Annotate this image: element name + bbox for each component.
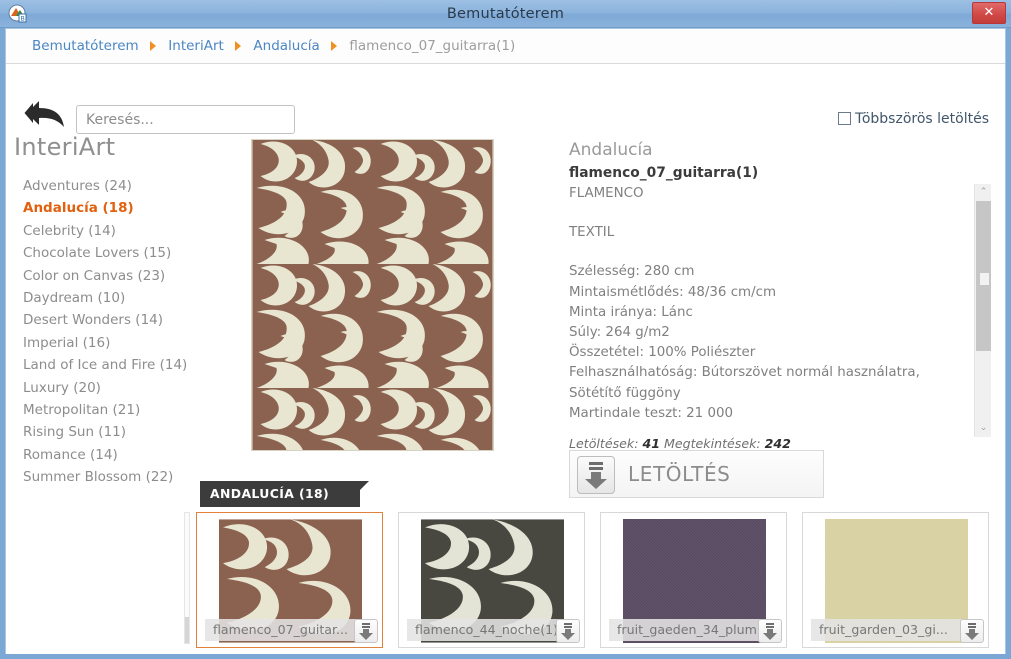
detail-spec-repeat: Mintaismétlődés: 48/36 cm/cm (569, 284, 777, 300)
thumbnail-card-2[interactable]: fruit_gaeden_34_plum (600, 512, 787, 648)
thumbnail-caption-3: fruit_garden_03_gi... (811, 619, 963, 641)
scroll-down-arrow-icon[interactable]: ⌄ (975, 420, 992, 437)
thumbnail-strip: flamenco_07_guitar... flamenco_44_noche(… (6, 506, 1005, 654)
window-title: Bemutatóterem (446, 6, 565, 22)
breadcrumb-separator-icon (150, 41, 156, 51)
downloads-count: 41 (642, 436, 660, 451)
sidebar-item-color-on-canvas[interactable]: Color on Canvas (23) (23, 265, 238, 287)
detail-spec-martindale: Martindale teszt: 21 000 (569, 405, 734, 421)
sidebar-item-daydream[interactable]: Daydream (10) (23, 287, 238, 309)
detail-spec-direction: Minta iránya: Lánc (569, 304, 693, 320)
views-label: Megtekintések: (664, 436, 761, 451)
detail-product-name: flamenco_07_guitarra(1) (569, 165, 759, 181)
sidebar-item-luxury[interactable]: Luxury (20) (23, 377, 238, 399)
sidebar: InteriArt Adventures (24) Andalucía (18)… (6, 133, 241, 503)
thumbnail-download-icon-2[interactable] (758, 619, 782, 643)
thumbnail-caption-1: flamenco_44_noche(1) (407, 619, 559, 641)
detail-spec-usage: Felhasználhatóság: Bútorszövet normál ha… (569, 365, 920, 401)
breadcrumb-separator-icon (331, 41, 338, 51)
application-window: B Bemutatóterem ✕ Bemutatóterem InteriAr… (0, 0, 1011, 659)
product-detail-panel: Andalucía flamenco_07_guitarra(1) FLAMEN… (569, 139, 991, 451)
download-button-label: LETÖLTÉS (628, 462, 731, 486)
detail-spec-width: Szélesség: 280 cm (569, 264, 695, 280)
scroll-up-arrow-icon[interactable]: ⌃ (975, 184, 992, 201)
product-preview-image[interactable] (251, 139, 494, 451)
sidebar-item-rising-sun[interactable]: Rising Sun (11) (23, 421, 238, 443)
scrollbar-grip-icon (980, 273, 989, 285)
close-button[interactable]: ✕ (972, 2, 1006, 24)
sidebar-item-metropolitan[interactable]: Metropolitan (21) (23, 399, 238, 421)
download-button[interactable]: LETÖLTÉS (569, 450, 824, 498)
sidebar-item-chocolate-lovers[interactable]: Chocolate Lovers (15) (23, 242, 238, 264)
scrollbar-thumb[interactable] (976, 201, 991, 351)
sidebar-brand: InteriArt (14, 133, 116, 161)
breadcrumb-item-2[interactable]: Andalucía (253, 38, 319, 54)
breadcrumb: Bemutatóterem InteriArt Andalucía flamen… (32, 29, 515, 64)
thumbnail-download-icon-0[interactable] (354, 619, 378, 643)
title-bar: B Bemutatóterem ✕ (0, 0, 1011, 28)
detail-spec-composition: Összetétel: 100% Poliészter (569, 345, 756, 361)
detail-material: TEXTIL (569, 225, 615, 241)
detail-design: FLAMENCO (569, 186, 644, 201)
sidebar-item-romance[interactable]: Romance (14) (23, 444, 238, 466)
detail-collection: Andalucía (569, 140, 653, 160)
thumbnail-download-icon-1[interactable] (556, 619, 580, 643)
downloads-label: Letöltések: (569, 436, 639, 451)
thumbnail-tooltip: ANDALUCÍA (18) (200, 481, 369, 507)
sidebar-item-desert-wonders[interactable]: Desert Wonders (14) (23, 309, 238, 331)
detail-stats: Letöltések: 41 Megtekintések: 242 (569, 436, 791, 451)
back-arrow-icon[interactable] (22, 97, 68, 131)
sidebar-item-land-of-ice-and-fire[interactable]: Land of Ice and Fire (14) (23, 354, 238, 376)
breadcrumb-bar: Bemutatóterem InteriArt Andalucía flamen… (6, 29, 1005, 64)
category-list: Adventures (24) Andalucía (18) Celebrity… (23, 175, 238, 489)
download-icon (577, 456, 615, 494)
sidebar-item-imperial[interactable]: Imperial (16) (23, 332, 238, 354)
detail-spec-weight: Súly: 264 g/m2 (569, 325, 670, 341)
multi-download-label: Többszörös letöltés (855, 111, 989, 127)
sidebar-item-celebrity[interactable]: Celebrity (14) (23, 220, 238, 242)
window-client-area: Bemutatóterem InteriArt Andalucía flamen… (5, 28, 1006, 654)
tooltip-tail-icon (360, 481, 369, 490)
breadcrumb-item-0[interactable]: Bemutatóterem (32, 38, 139, 54)
multi-download-checkbox[interactable]: Többszörös letöltés (838, 109, 989, 129)
breadcrumb-item-3: flamenco_07_guitarra(1) (349, 38, 516, 54)
thumbnail-strip-scroll-thumb[interactable] (185, 617, 189, 643)
checkbox-box-icon[interactable] (838, 112, 852, 125)
breadcrumb-item-1[interactable]: InteriArt (168, 38, 224, 54)
sidebar-item-adventures[interactable]: Adventures (24) (23, 175, 238, 197)
thumbnail-caption-2: fruit_gaeden_34_plum (609, 619, 761, 641)
search-input[interactable] (76, 105, 295, 134)
views-count: 242 (764, 436, 791, 451)
thumbnail-caption-0: flamenco_07_guitar... (205, 619, 357, 641)
detail-scrollbar[interactable]: ⌃ ⌄ (974, 184, 991, 437)
sidebar-item-andalucia[interactable]: Andalucía (18) (23, 197, 238, 219)
thumbnail-card-0[interactable]: flamenco_07_guitar... (196, 512, 383, 648)
thumbnail-download-icon-3[interactable] (960, 619, 984, 643)
thumbnail-card-1[interactable]: flamenco_44_noche(1) (398, 512, 585, 648)
breadcrumb-separator-icon (235, 41, 242, 51)
tooltip-label: ANDALUCÍA (18) (210, 486, 330, 501)
thumbnail-card-3[interactable]: fruit_garden_03_gi... (802, 512, 989, 648)
thumbnail-strip-scrollbar[interactable] (184, 512, 190, 644)
